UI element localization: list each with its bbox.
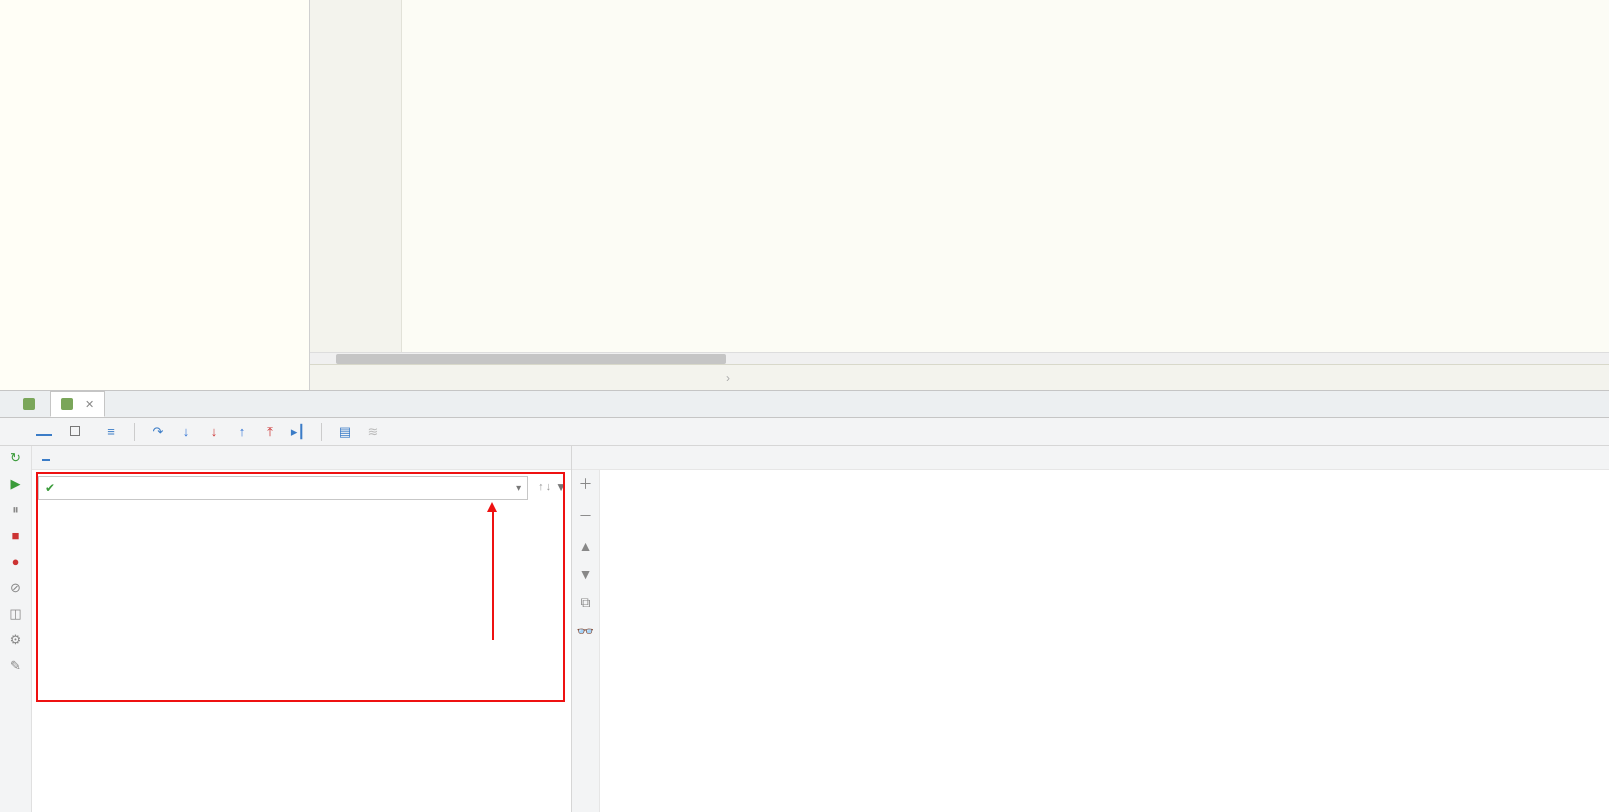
next-frame-icon[interactable]: ↓ bbox=[546, 481, 552, 493]
filter-icon[interactable]: ▼ bbox=[555, 480, 567, 494]
chevron-down-icon[interactable]: ▾ bbox=[516, 483, 521, 494]
editor-h-scrollbar[interactable] bbox=[310, 352, 1609, 364]
pause-icon[interactable]: ⏸ bbox=[8, 502, 24, 518]
up-icon[interactable]: ▲ bbox=[579, 538, 593, 554]
resume-icon[interactable]: ▶ bbox=[8, 476, 24, 492]
glasses-icon[interactable]: 👓 bbox=[577, 623, 594, 640]
debug-panel: ✕ ≡ ↷ ↓ ↓ ↑ ⤒ ▸┃ ▤ ≋ ↻ ▶ ⏸ ■ ● ⊘ ◫ ⚙ ✎ bbox=[0, 390, 1609, 812]
check-icon: ✔ bbox=[45, 481, 55, 495]
remove-watch-icon[interactable]: － bbox=[579, 506, 593, 526]
thread-selector[interactable]: ✔ ▾ bbox=[38, 476, 528, 500]
stop-icon[interactable]: ■ bbox=[8, 528, 24, 544]
bug-icon bbox=[23, 398, 35, 410]
code-lines[interactable] bbox=[402, 0, 1609, 352]
drop-frame-icon[interactable]: ⤒ bbox=[261, 423, 279, 441]
variables-list[interactable] bbox=[600, 470, 1609, 812]
evaluate-icon[interactable]: ▤ bbox=[336, 423, 354, 441]
line-gutter[interactable] bbox=[310, 0, 402, 352]
step-out-icon[interactable]: ↑ bbox=[233, 423, 251, 441]
rerun-icon[interactable]: ↻ bbox=[8, 450, 24, 466]
copy-icon[interactable]: ⧉ bbox=[581, 594, 591, 611]
console-icon bbox=[70, 426, 80, 436]
call-stack[interactable] bbox=[32, 504, 571, 812]
settings-icon[interactable]: ⚙ bbox=[8, 632, 24, 648]
project-tree[interactable] bbox=[0, 0, 310, 390]
chevron-right-icon: › bbox=[726, 371, 730, 385]
code-editor[interactable]: › bbox=[310, 0, 1609, 390]
debug-side-toolbar: ↻ ▶ ⏸ ■ ● ⊘ ◫ ⚙ ✎ bbox=[0, 446, 32, 812]
camera-icon[interactable]: ◫ bbox=[8, 606, 24, 622]
close-icon[interactable]: ✕ bbox=[85, 398, 94, 411]
down-icon[interactable]: ▼ bbox=[579, 566, 593, 582]
pin-icon[interactable]: ✎ bbox=[8, 658, 24, 674]
variables-pane: ＋ － ▲ ▼ ⧉ 👓 bbox=[572, 446, 1609, 812]
force-step-into-icon[interactable]: ↓ bbox=[205, 423, 223, 441]
step-over-icon[interactable]: ↷ bbox=[149, 423, 167, 441]
bug-icon bbox=[61, 398, 73, 410]
breakpoints-icon[interactable]: ● bbox=[8, 554, 24, 570]
mute-breakpoints-icon[interactable]: ⊘ bbox=[8, 580, 24, 596]
threads-icon[interactable]: ≡ bbox=[102, 423, 120, 441]
threads-header[interactable] bbox=[70, 456, 78, 460]
tab-console[interactable] bbox=[62, 422, 92, 442]
run-to-cursor-icon[interactable]: ▸┃ bbox=[289, 423, 307, 441]
variables-header bbox=[582, 456, 590, 460]
tab-debugger[interactable] bbox=[36, 428, 52, 436]
breadcrumb[interactable]: › bbox=[310, 364, 1609, 390]
step-into-icon[interactable]: ↓ bbox=[177, 423, 195, 441]
new-watch-icon[interactable]: ＋ bbox=[579, 474, 593, 494]
frames-pane: ✔ ▾ ↑↓ ▼ bbox=[32, 446, 572, 812]
debug-run-tab[interactable]: ✕ bbox=[50, 391, 105, 417]
debug-run-tabs: ✕ bbox=[0, 391, 1609, 418]
frames-header[interactable] bbox=[42, 455, 50, 461]
debug-toolbar: ≡ ↷ ↓ ↓ ↑ ⤒ ▸┃ ▤ ≋ bbox=[0, 418, 1609, 446]
variables-toolbar: ＋ － ▲ ▼ ⧉ 👓 bbox=[572, 470, 600, 812]
debug-run-tab[interactable] bbox=[12, 391, 50, 417]
trace-icon[interactable]: ≋ bbox=[364, 423, 382, 441]
prev-frame-icon[interactable]: ↑ bbox=[538, 481, 544, 493]
